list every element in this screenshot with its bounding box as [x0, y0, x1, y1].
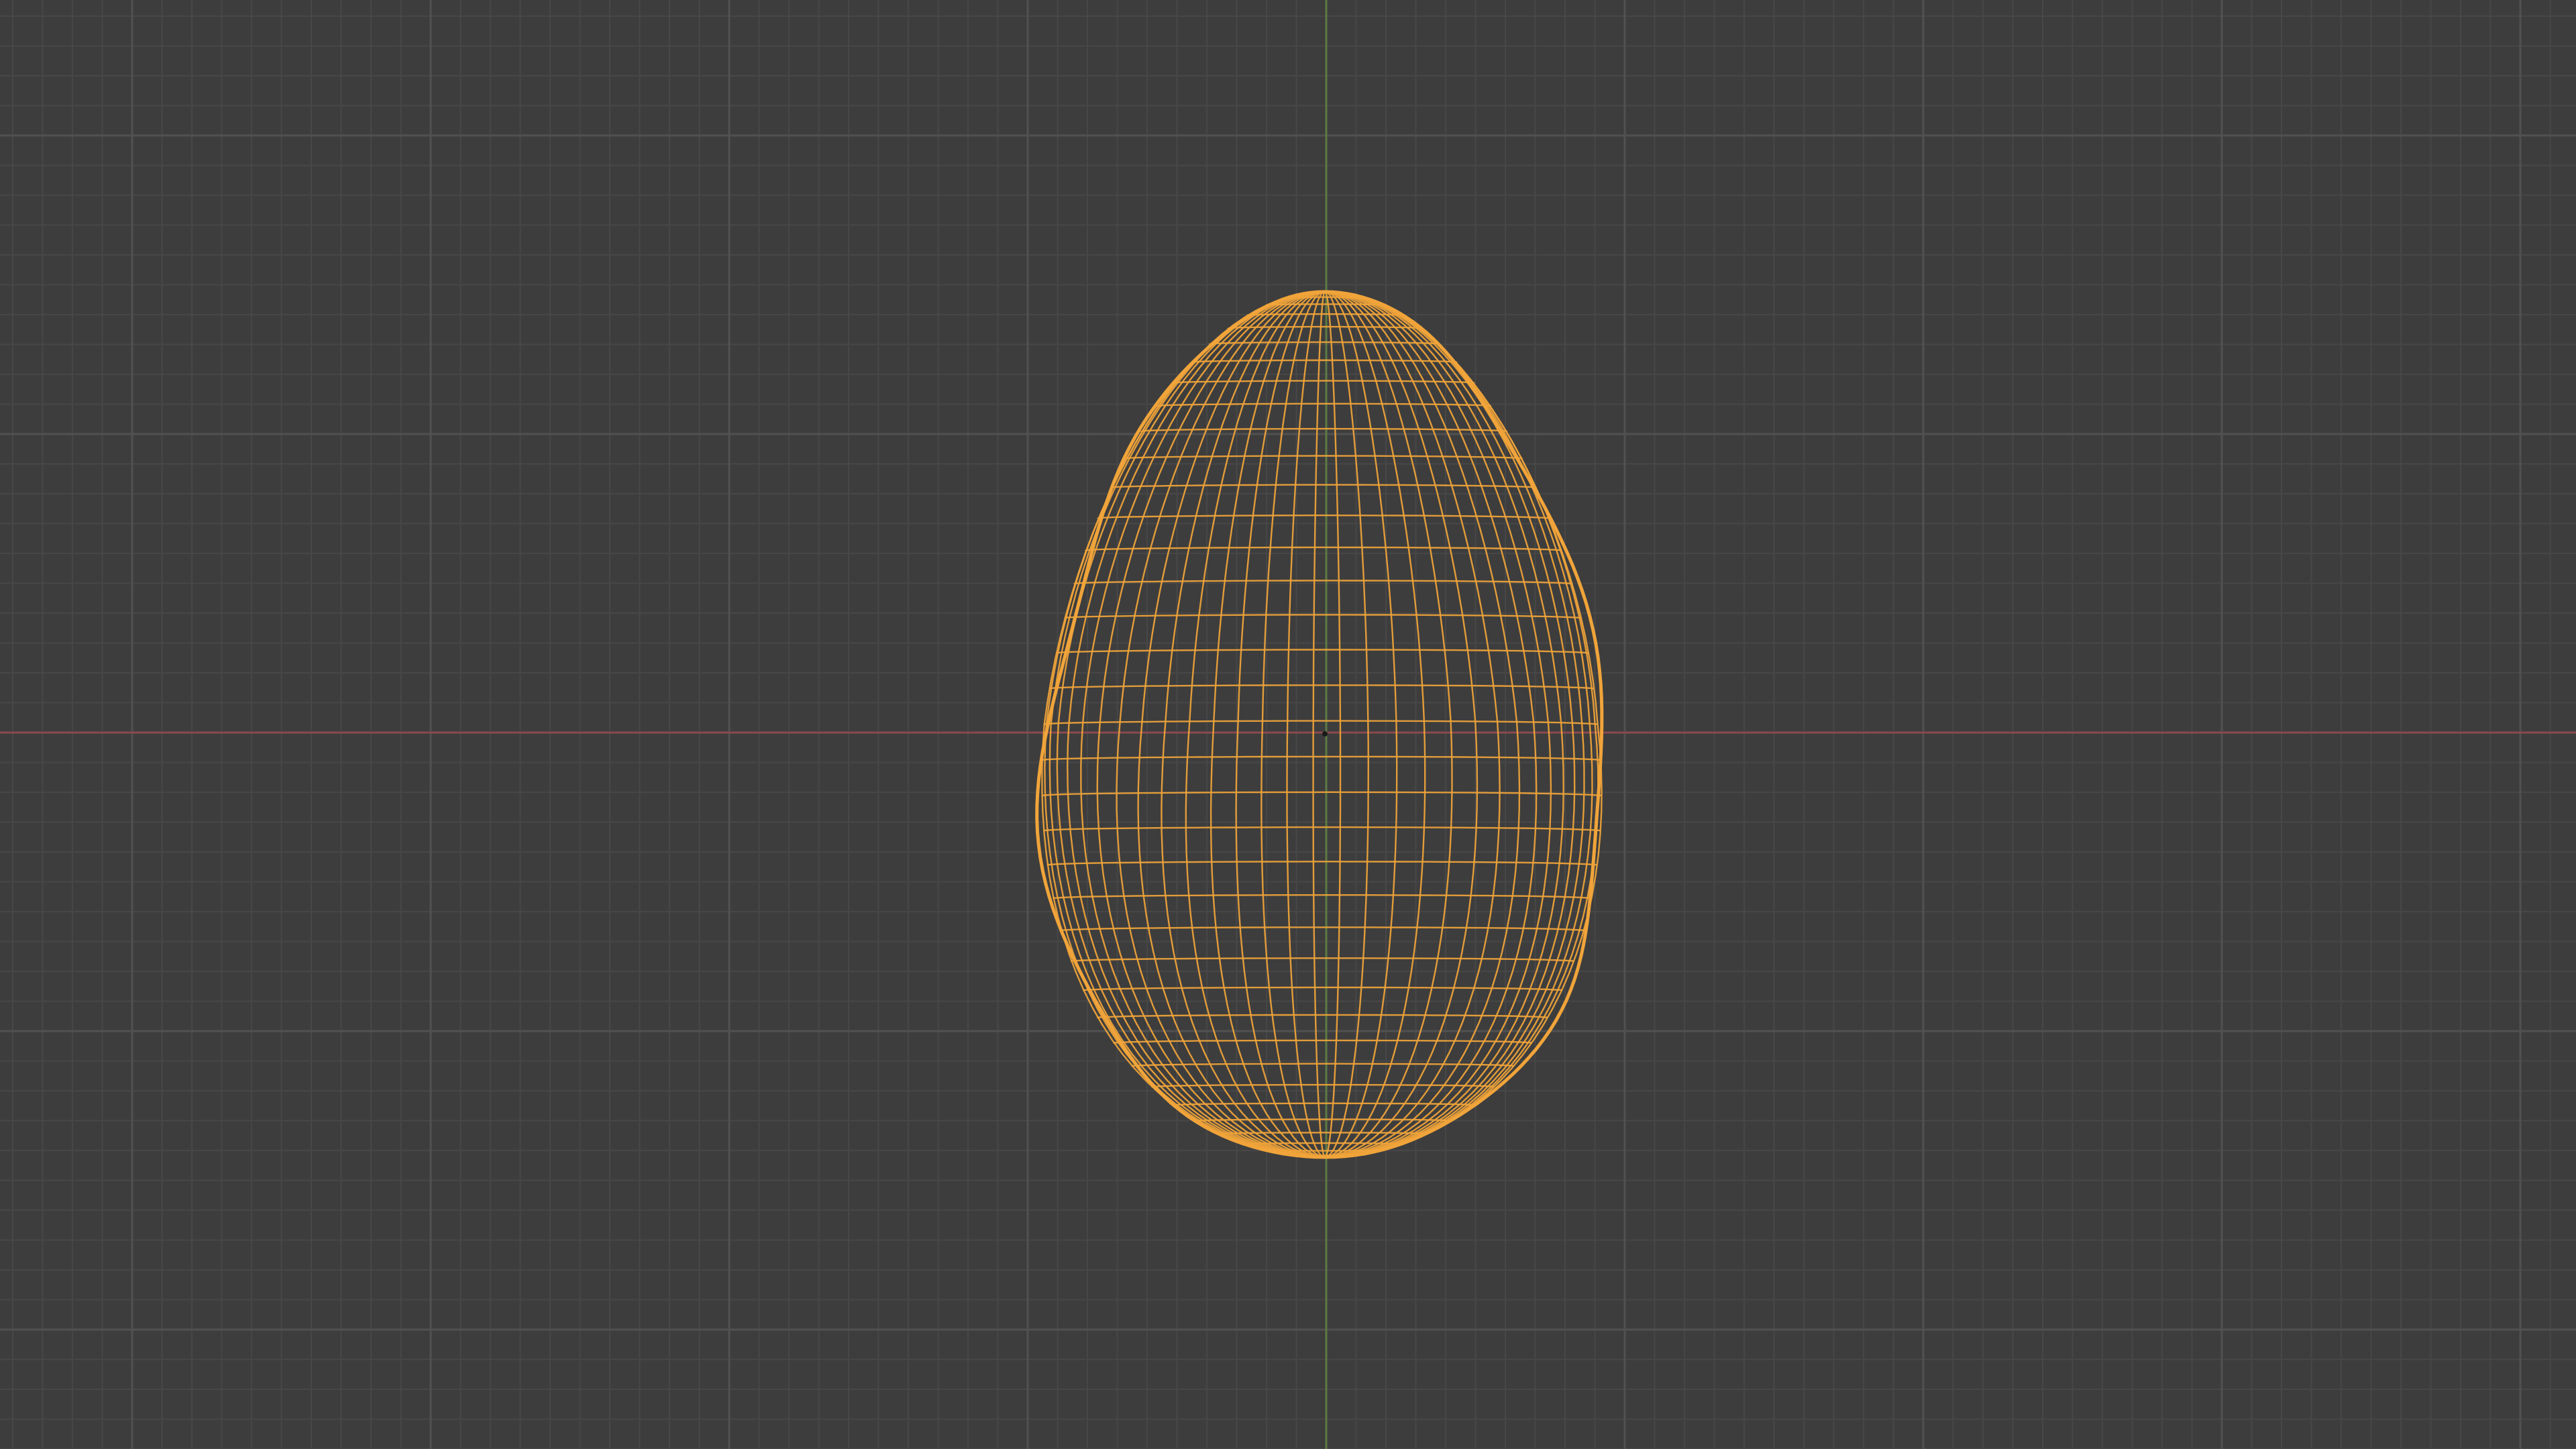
- mesh-edge-parallel: [1046, 861, 1597, 866]
- mesh-edge-parallel: [1208, 341, 1440, 345]
- mesh-edge-meridian: [1328, 291, 1426, 1158]
- mesh-edge-parallel: [1043, 826, 1601, 832]
- mesh-edge-parallel: [1271, 1150, 1377, 1152]
- mesh-edge-parallel: [1041, 791, 1602, 797]
- object-origin-point[interactable]: [1322, 731, 1328, 737]
- mesh-edge-parallel: [1053, 894, 1592, 900]
- mesh-edge-meridian: [1326, 291, 1370, 1158]
- mesh-edge-parallel: [1064, 614, 1582, 619]
- viewport-canvas[interactable]: [0, 0, 2576, 1449]
- egg-mesh-wireframe[interactable]: [1035, 290, 1604, 1159]
- mesh-edge-meridian: [1324, 291, 1342, 1157]
- mesh-edge-parallel: [1285, 296, 1364, 299]
- mesh-edge-meridian: [1334, 291, 1585, 1158]
- mesh-edge-meridian: [1056, 291, 1316, 1158]
- mesh-edge-parallel: [1097, 1014, 1548, 1018]
- 3d-viewport[interactable]: [0, 0, 2576, 1449]
- mesh-edge-parallel: [1226, 325, 1421, 329]
- mesh-edge-parallel: [1245, 1142, 1403, 1145]
- mesh-edge-parallel: [1124, 455, 1523, 460]
- mesh-meridian-edges: [1041, 291, 1603, 1158]
- mesh-edge-parallel: [1043, 720, 1598, 726]
- mesh-edge-meridian: [1286, 291, 1324, 1158]
- mesh-edge-parallel: [1084, 546, 1562, 551]
- mesh-edge-parallel: [1110, 484, 1537, 489]
- mesh-edge-parallel: [1056, 649, 1589, 654]
- mesh-edge-meridian: [1312, 291, 1326, 1157]
- mesh-edge-parallel: [1082, 986, 1562, 991]
- mesh-edge-parallel: [1070, 957, 1574, 962]
- mesh-edge-parallel: [1156, 402, 1492, 407]
- mesh-edge-parallel: [1220, 1132, 1428, 1135]
- mesh-edge-parallel: [1113, 1039, 1532, 1044]
- mesh-edge-parallel: [1096, 515, 1550, 520]
- mesh-edge-parallel: [1041, 755, 1601, 761]
- mesh-edge-meridian: [1235, 291, 1322, 1158]
- mesh-edge-meridian: [1066, 291, 1317, 1158]
- mesh-edge-parallel: [1173, 380, 1476, 384]
- mesh-edge-meridian: [1328, 291, 1453, 1158]
- mesh-edge-meridian: [1080, 291, 1318, 1158]
- mesh-edge-parallel: [1265, 303, 1383, 306]
- mesh-edge-meridian: [1044, 291, 1316, 1158]
- mesh-edge-parallel: [1140, 427, 1508, 433]
